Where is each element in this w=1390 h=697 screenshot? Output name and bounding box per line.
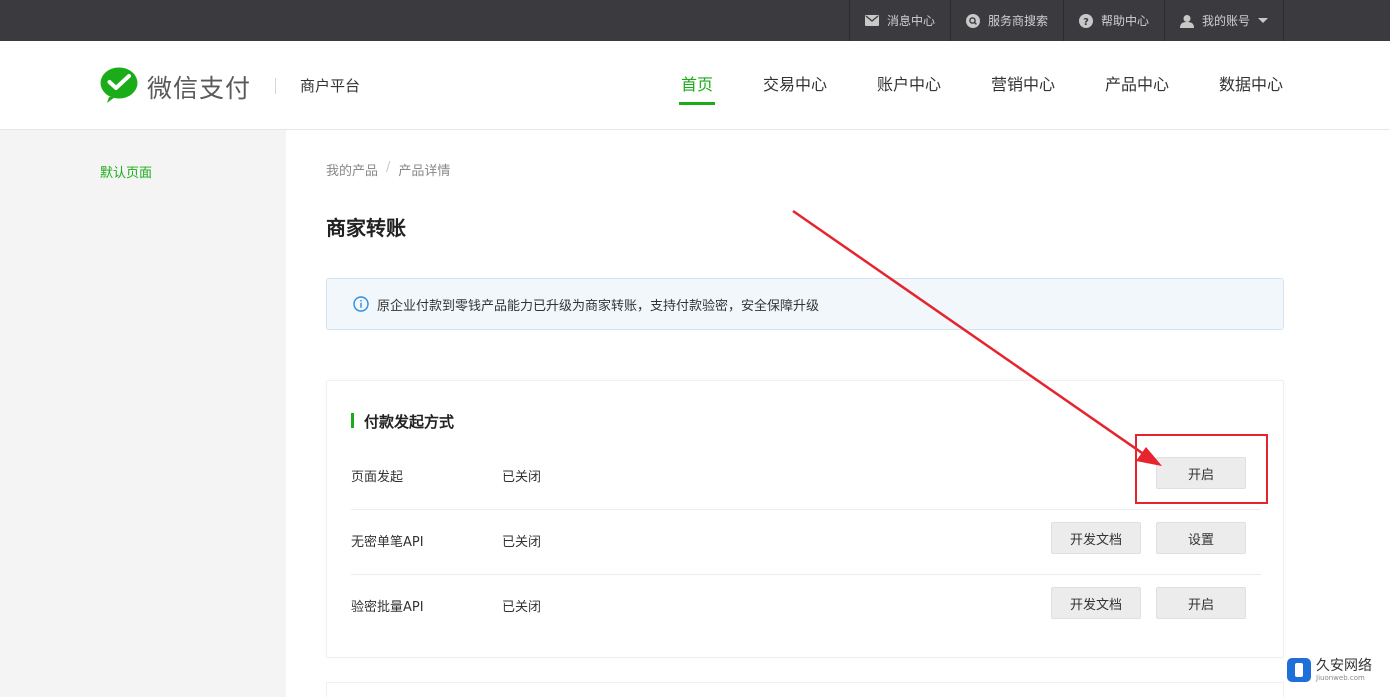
- watermark-text: 久安网络: [1316, 657, 1372, 674]
- watermark-url: Jiuonweb.com: [1316, 673, 1365, 682]
- annotation-arrow: [792, 209, 1162, 466]
- watermark: 久安网络 Jiuonweb.com: [1287, 658, 1372, 682]
- watermark-logo-icon: [1287, 658, 1311, 682]
